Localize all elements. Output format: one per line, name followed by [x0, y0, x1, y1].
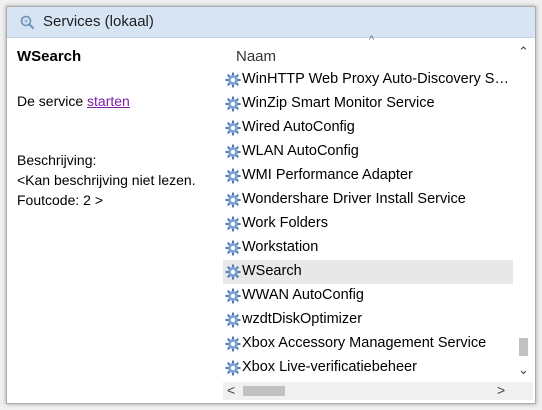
service-row-name: Wondershare Driver Install Service — [242, 191, 466, 207]
scroll-right-icon[interactable]: > — [497, 382, 505, 398]
service-row[interactable]: wzdtDiskOptimizer — [223, 308, 513, 332]
horizontal-scrollbar[interactable]: < > — [223, 382, 513, 400]
service-row-name: Xbox Live-verificatiebeheer — [242, 359, 417, 375]
service-gear-icon — [225, 264, 241, 280]
service-row[interactable]: Xbox Accessory Management Service — [223, 332, 513, 356]
service-gear-icon — [225, 240, 241, 256]
service-details-pane: WSearch De service starten Beschrijving:… — [7, 38, 213, 403]
service-row[interactable]: WinZip Smart Monitor Service — [223, 92, 513, 116]
service-row[interactable]: Wondershare Driver Install Service — [223, 188, 513, 212]
service-gear-icon — [225, 336, 241, 352]
scrollbar-corner — [513, 382, 533, 400]
service-gear-icon — [225, 72, 241, 88]
service-action: De service starten — [17, 93, 130, 109]
service-gear-icon — [225, 216, 241, 232]
error-code: Foutcode: 2 > — [17, 192, 104, 208]
service-row-name: wzdtDiskOptimizer — [242, 311, 363, 327]
service-row[interactable]: WMI Performance Adapter — [223, 164, 513, 188]
description-label: Beschrijving: — [17, 152, 97, 168]
vertical-scrollbar[interactable]: ⌃ ⌄ — [515, 44, 531, 382]
service-row-name: WSearch — [242, 263, 302, 279]
scroll-down-icon[interactable]: ⌄ — [518, 362, 529, 378]
magnifier-gear-icon — [20, 15, 35, 30]
start-service-link[interactable]: starten — [87, 93, 130, 109]
service-row-name: WinZip Smart Monitor Service — [242, 95, 435, 111]
service-row[interactable]: WinHTTP Web Proxy Auto-Discovery Service — [223, 68, 513, 92]
vertical-scroll-thumb[interactable] — [519, 338, 528, 356]
service-gear-icon — [225, 288, 241, 304]
service-row[interactable]: Xbox Live-verificatiebeheer — [223, 356, 513, 380]
service-row[interactable]: WWAN AutoConfig — [223, 284, 513, 308]
service-gear-icon — [225, 144, 241, 160]
service-row-name: WLAN AutoConfig — [242, 143, 359, 159]
service-row-name: Work Folders — [242, 215, 328, 231]
service-row[interactable]: Work Folders — [223, 212, 513, 236]
service-row[interactable]: Wired AutoConfig — [223, 116, 513, 140]
column-header-name[interactable]: ^ Naam — [223, 34, 513, 68]
header-title: Services (lokaal) — [43, 13, 154, 30]
service-row[interactable]: Workstation — [223, 236, 513, 260]
services-header: Services (lokaal) — [7, 7, 535, 38]
service-row[interactable]: WLAN AutoConfig — [223, 140, 513, 164]
sort-ascending-icon: ^ — [369, 34, 375, 46]
service-gear-icon — [225, 360, 241, 376]
scroll-left-icon[interactable]: < — [227, 382, 235, 398]
services-list: WinHTTP Web Proxy Auto-Discovery Service… — [223, 68, 513, 382]
service-row-name: Xbox Accessory Management Service — [242, 335, 487, 351]
service-gear-icon — [225, 312, 241, 328]
horizontal-scroll-thumb[interactable] — [243, 386, 285, 396]
services-list-pane: ^ Naam WinHTTP Web Proxy Auto-Discovery … — [213, 34, 535, 403]
service-row-name: WinHTTP Web Proxy Auto-Discovery Service — [242, 71, 512, 87]
service-gear-icon — [225, 96, 241, 112]
services-window: Services (lokaal) WSearch De service sta… — [6, 6, 536, 404]
service-row-name: WWAN AutoConfig — [242, 287, 364, 303]
column-label: Naam — [236, 48, 277, 65]
service-row-name: Wired AutoConfig — [242, 119, 355, 135]
description-text: <Kan beschrijving niet lezen. — [17, 172, 196, 188]
service-gear-icon — [225, 168, 241, 184]
service-gear-icon — [225, 120, 241, 136]
service-name: WSearch — [17, 48, 82, 65]
scroll-up-icon[interactable]: ⌃ — [518, 44, 529, 60]
service-row-name: WMI Performance Adapter — [242, 167, 413, 183]
action-prefix: De service — [17, 93, 88, 109]
service-row[interactable]: WSearch — [223, 260, 513, 284]
service-gear-icon — [225, 192, 241, 208]
service-row-name: Workstation — [242, 239, 319, 255]
